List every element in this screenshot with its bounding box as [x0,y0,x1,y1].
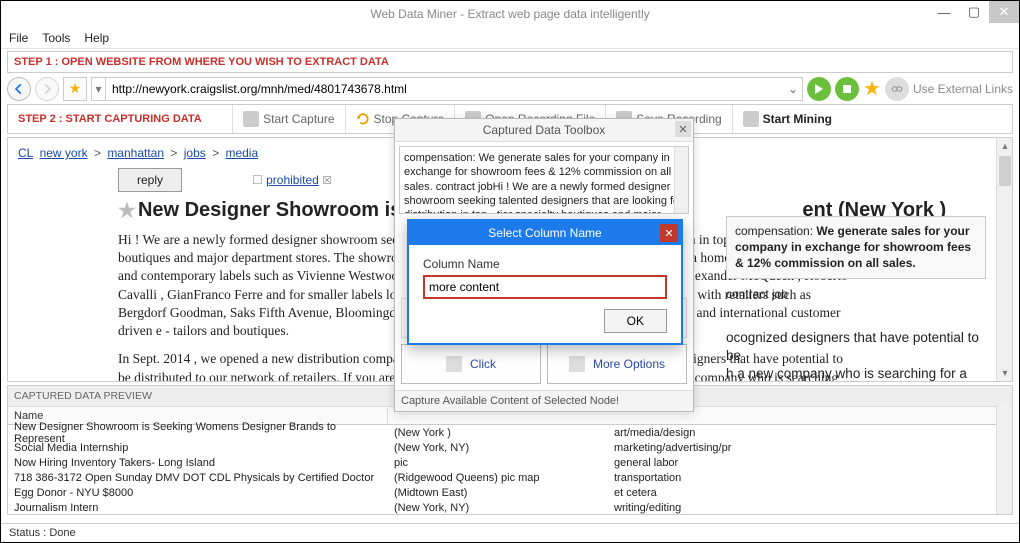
table-row[interactable]: 718 386-3172 Open Sunday DMV DOT CDL Phy… [8,470,1012,485]
start-mining-button[interactable]: Start Mining [732,105,842,133]
click-button[interactable]: Click [401,344,541,384]
table-row[interactable]: New Designer Showroom is Seeking Womens … [8,425,1012,440]
undo-icon [356,112,370,126]
checkbox-icon[interactable]: ☐ [252,173,263,187]
crumb-media[interactable]: media [225,146,258,160]
mining-icon [743,111,759,127]
url-bar: ▾ ⌄ [91,77,803,101]
start-capture-button[interactable]: Start Capture [232,105,344,133]
scroll-down-icon[interactable]: ▾ [997,365,1013,381]
url-input[interactable] [106,82,784,96]
capture-icon [243,111,259,127]
menu-tools[interactable]: Tools [42,31,70,45]
external-link-icon[interactable] [885,77,909,101]
window-buttons: — ▢ ✕ [929,1,1019,23]
step2-label: STEP 2 : START CAPTURING DATA [8,113,212,125]
body2-right-line1: ocognized designers that have potential … [726,329,986,365]
crumb-cl[interactable]: CL [18,146,33,160]
cursor-icon [446,356,462,372]
step1-label: STEP 1 : OPEN WEBSITE FROM WHERE YOU WIS… [7,51,1013,73]
forward-button[interactable] [35,77,59,101]
options-icon [569,356,585,372]
scroll-up-icon[interactable]: ▴ [997,138,1013,154]
external-links-label[interactable]: Use External Links [913,82,1013,96]
crumb-newyork[interactable]: new york [40,146,88,160]
app-title: Web Data Miner - Extract web page data i… [370,7,649,21]
select-column-dialog: Select Column Name ✕ Column Name OK [407,219,683,345]
menu-file[interactable]: File [9,31,28,45]
nav-row: ★ ▾ ⌄ ★ Use External Links [7,76,1013,101]
compensation-box: compensation: We generate sales for your… [726,216,986,279]
arrow-right-icon [40,82,54,96]
toolbox-header[interactable]: Captured Data Toolbox ✕ [395,119,693,142]
compensation-label: compensation: [735,224,816,238]
star-icon: ★ [69,80,82,97]
dialog-title: Select Column Name [488,226,601,240]
back-button[interactable] [7,77,31,101]
toolbox-footer: Capture Available Content of Selected No… [395,390,693,411]
preview-rows: New Designer Showroom is Seeking Womens … [8,425,1012,515]
toolbox-button-row-2: Click More Options [395,344,693,390]
reply-button[interactable]: reply [118,168,182,192]
url-dropdown-right[interactable]: ⌄ [784,82,802,96]
bookmark-button[interactable]: ★ [63,77,87,101]
column-name-input[interactable] [423,275,667,299]
preview-scrollbar[interactable] [996,404,1012,514]
column-name-label: Column Name [423,257,667,271]
maximize-button[interactable]: ▢ [959,1,989,23]
arrow-left-icon [12,82,26,96]
toolbox-title: Captured Data Toolbox [483,123,606,137]
status-bar: Status : Done [1,523,1019,542]
contract-label: contract job [726,287,986,301]
toolbox-close-button[interactable]: ✕ [675,121,691,137]
table-row[interactable]: Journalism Intern(New York, NY)writing/e… [8,500,1012,515]
table-row[interactable]: Social Media Internship(New York, NY)mar… [8,440,1012,455]
menu-help[interactable]: Help [84,31,109,45]
titlebar: Web Data Miner - Extract web page data i… [1,1,1019,27]
favorite-button[interactable]: ★ [863,76,881,101]
url-dropdown-left[interactable]: ▾ [92,78,106,100]
scroll-thumb[interactable] [999,156,1011,186]
star-grey-icon[interactable]: ★ [118,198,136,223]
more-options-button[interactable]: More Options [547,344,687,384]
flag-icon: ☒ [322,175,332,187]
headline-left: New Designer Showroom is Se [138,199,431,222]
ok-button[interactable]: OK [604,309,667,333]
table-row[interactable]: Egg Donor - NYU $8000(Midtown East)et ce… [8,485,1012,500]
play-icon [815,84,823,94]
minimize-button[interactable]: — [929,1,959,23]
crumb-manhattan[interactable]: manhattan [107,146,164,160]
body2-right-line2: h a new company who is searching for a s… [726,365,986,382]
crumb-jobs[interactable]: jobs [184,146,206,160]
toolbox-captured-text: compensation: We generate sales for your… [399,146,689,214]
stop-icon [843,85,851,93]
content-scrollbar[interactable]: ▴ ▾ [996,138,1012,381]
dialog-close-button[interactable]: ✕ [660,224,678,242]
prohibited-link[interactable]: prohibited [266,173,319,187]
toolbox-text-scrollbar[interactable] [674,147,688,213]
go-button[interactable] [807,77,831,101]
menubar: File Tools Help [1,27,1019,49]
table-row[interactable]: Now Hiring Inventory Takers- Long Island… [8,455,1012,470]
dialog-header[interactable]: Select Column Name ✕ [409,221,681,245]
compensation-panel: compensation: We generate sales for your… [726,216,986,382]
close-button[interactable]: ✕ [989,1,1019,23]
stop-button[interactable] [835,77,859,101]
